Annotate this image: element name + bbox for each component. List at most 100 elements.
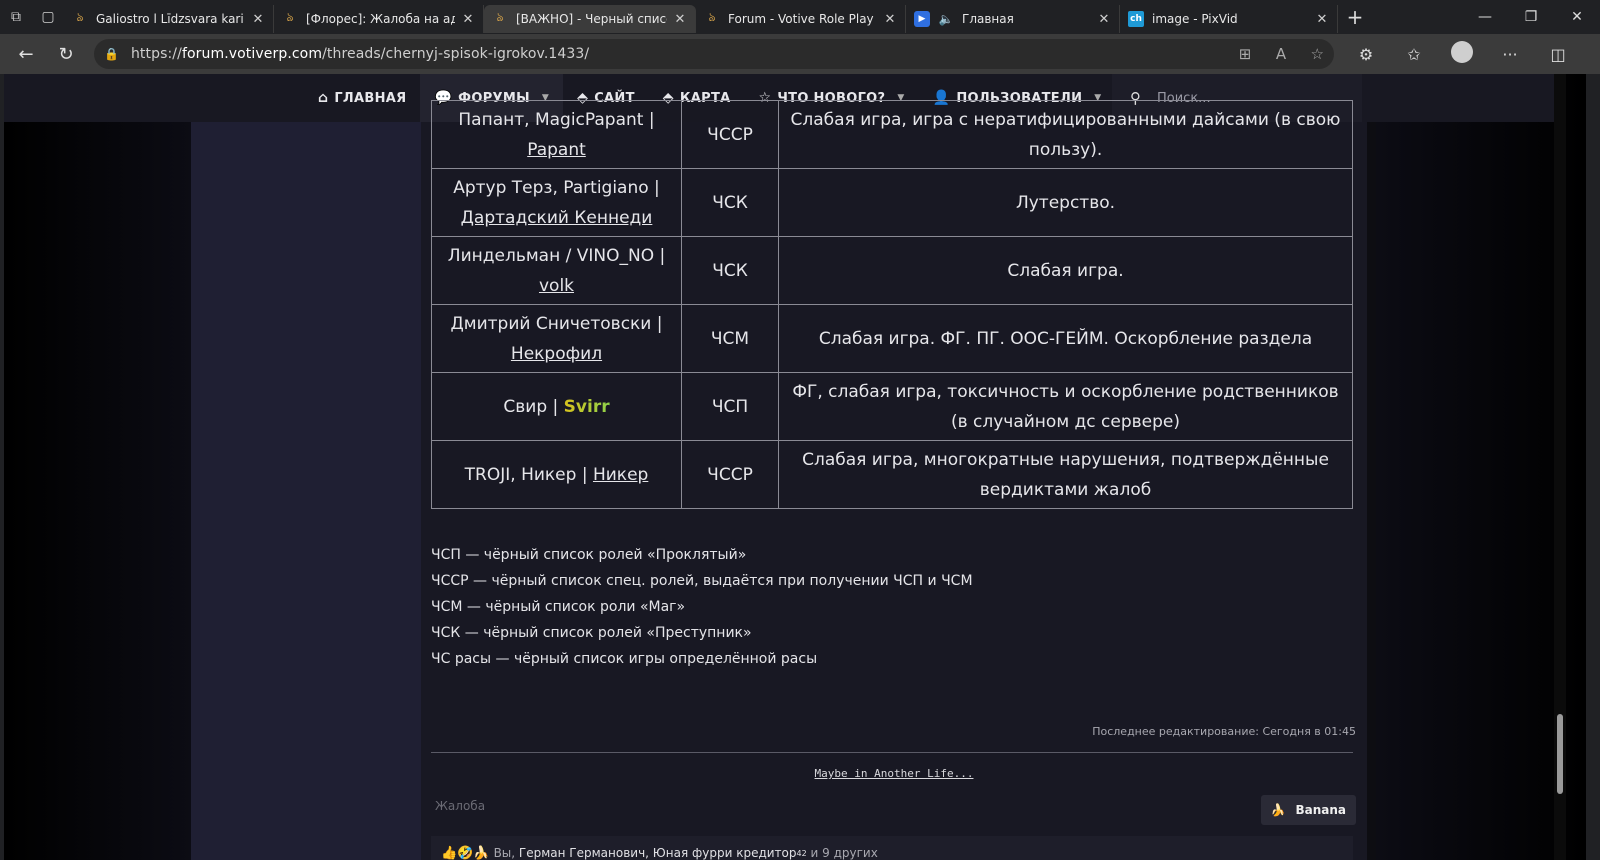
sidebar-toggle-icon[interactable]: ◫ <box>1534 45 1582 64</box>
page-scrollbar[interactable] <box>1554 74 1566 860</box>
player-cell: Папант, MagicPapant | Papant <box>431 100 682 169</box>
legend-item: ЧСМ — чёрный список роли «Маг» <box>431 599 686 615</box>
browser-tab-2[interactable]: ঌ [ВАЖНО] - Черный список и ✕ <box>484 5 696 33</box>
window-frame <box>1586 74 1600 860</box>
profile-avatar[interactable] <box>1438 41 1486 67</box>
reason-cell: Слабая игра, игра с нератифицированными … <box>778 100 1353 169</box>
favorites-icon[interactable]: ✩ <box>1390 45 1438 64</box>
browser-tab-bar: ⧉ ▢ ঌ Galiostro l Līdzsvara kari | Стр ✕… <box>0 0 1600 34</box>
reason-cell: Слабая игра, многократные нарушения, под… <box>778 440 1353 509</box>
report-link[interactable]: Жалоба <box>435 799 485 813</box>
tab-actions-icon[interactable]: ▢ <box>32 0 64 34</box>
player-profile-link[interactable]: volk <box>539 276 574 296</box>
banana-icon: 🍌 <box>1270 803 1286 817</box>
blacklist-type-cell: ЧССР <box>681 100 779 169</box>
close-tab-icon[interactable]: ✕ <box>1097 12 1111 27</box>
legend-list: ЧСП — чёрный список ролей «Проклятый» ЧС… <box>431 542 973 672</box>
app-grid-icon[interactable]: ⊞ <box>1239 45 1252 63</box>
legend-item: ЧССР — чёрный список спец. ролей, выдаёт… <box>431 573 973 589</box>
player-cell: Свир | Svirr <box>431 372 682 441</box>
player-cell: Линдельман / VINO_NO | volk <box>431 236 682 305</box>
player-cell: TROJI, Никер | Никер <box>431 440 682 509</box>
blacklist-type-cell: ЧСК <box>681 236 779 305</box>
close-tab-icon[interactable]: ✕ <box>673 12 687 27</box>
blacklist-table: Папант, MagicPapant | Papant ЧССР Слабая иг… <box>431 100 1353 509</box>
post-author-sidebar <box>191 122 421 860</box>
player-cell: Артур Терз, Partigiano | Дартадский Кенне… <box>431 168 682 237</box>
favorite-star-icon[interactable]: ☆ <box>1311 45 1324 63</box>
minimize-icon[interactable]: — <box>1462 0 1508 34</box>
workspaces-icon[interactable]: ⧉ <box>0 0 32 34</box>
player-name: Дмитрий Сничетовски | <box>450 313 663 334</box>
blacklist-type-cell: ЧСК <box>681 168 779 237</box>
read-aloud-icon[interactable]: A <box>1276 45 1286 63</box>
player-name: Свир | <box>503 396 559 417</box>
tab-title: [ВАЖНО] - Черный список и <box>516 12 667 26</box>
video-play-icon: ▶ <box>914 11 930 27</box>
blacklist-type-cell: ЧСП <box>681 372 779 441</box>
table-row: Свир | Svirr ЧСП ФГ, слабая игра, токсично… <box>431 372 1353 441</box>
player-name: Артур Терз, Partigiano | <box>453 177 660 198</box>
blacklist-type-cell: ЧСМ <box>681 304 779 373</box>
blacklist-type-cell: ЧССР <box>681 440 779 509</box>
tab-title: [Флорес]: Жалоба на админ <box>306 12 455 26</box>
votive-logo-icon: ঌ <box>708 10 716 24</box>
reactions-bar[interactable]: 👍🤣🍌 Вы, Герман Германович, Юная фурри кр… <box>431 836 1353 860</box>
table-row: Линдельман / VINO_NO | volk ЧСК Слабая игра… <box>431 236 1353 305</box>
reason-cell: Лутерство. <box>778 168 1353 237</box>
player-name: TROJI, Никер | <box>464 464 588 485</box>
votive-logo-icon: ঌ <box>76 10 84 24</box>
tab-title: Galiostro l Līdzsvara kari | Стр <box>96 12 245 26</box>
signature-link[interactable]: Maybe in Another Life... <box>421 767 1367 780</box>
url-text[interactable]: https://forum.votiverp.com/threads/chern… <box>131 46 1219 62</box>
legend-item: ЧС расы — чёрный список игры определённо… <box>431 651 818 667</box>
reactions-others[interactable]: и 9 других <box>811 846 878 860</box>
last-edited-note: Последнее редактирование: Сегодня в 01:4… <box>1092 725 1356 738</box>
player-profile-link[interactable]: Некрофил <box>511 344 602 364</box>
back-arrow-icon[interactable]: ← <box>6 34 46 74</box>
votive-logo-icon: ঌ <box>496 10 504 24</box>
legend-item: ЧСП — чёрный список ролей «Проклятый» <box>431 547 747 563</box>
player-profile-link[interactable]: Никер <box>593 465 648 485</box>
browser-tab-4[interactable]: ▶ 🔈 Главная ✕ <box>906 5 1120 33</box>
tab-title: image - PixVid <box>1152 12 1238 26</box>
votive-logo-icon: ঌ <box>286 10 294 24</box>
speaker-icon[interactable]: 🔈 <box>938 11 954 27</box>
close-tab-icon[interactable]: ✕ <box>251 12 265 27</box>
legend-item: ЧСК — чёрный список ролей «Преступник» <box>431 625 752 641</box>
restore-icon[interactable]: ❐ <box>1508 0 1554 34</box>
refresh-icon[interactable]: ↻ <box>46 34 86 74</box>
close-window-icon[interactable]: ✕ <box>1554 0 1600 34</box>
browser-tab-3[interactable]: ঌ Forum - Votive Role Play ✕ <box>696 5 906 33</box>
browser-tab-5[interactable]: ch image - PixVid ✕ <box>1120 5 1338 33</box>
reaction-button[interactable]: 🍌 Banana <box>1260 795 1356 825</box>
table-row: Дмитрий Сничетовски | Некрофил ЧСМ Слабая и… <box>431 304 1353 373</box>
scrollbar-thumb[interactable] <box>1557 714 1563 794</box>
address-bar[interactable]: 🔒 https://forum.votiverp.com/threads/che… <box>94 39 1334 69</box>
new-tab-button[interactable]: + <box>1338 5 1372 29</box>
close-tab-icon[interactable]: ✕ <box>883 12 897 27</box>
reason-cell: Слабая игра. ФГ. ПГ. ООС-ГЕЙМ. Оскорблен… <box>778 304 1353 373</box>
browser-tab-1[interactable]: ঌ [Флорес]: Жалоба на админ ✕ <box>274 5 484 33</box>
table-row: Папант, MagicPapant | Papant ЧССР Слабая иг… <box>431 100 1353 169</box>
post-content: Папант, MagicPapant | Papant ЧССР Слабая иг… <box>421 100 1367 860</box>
player-name: Линдельман / VINO_NO | <box>447 245 666 266</box>
lock-icon[interactable]: 🔒 <box>104 47 119 61</box>
player-profile-link[interactable]: Svirr <box>564 397 610 417</box>
home-icon: ⌂ <box>318 90 329 106</box>
page-background-left <box>4 74 194 860</box>
player-profile-link[interactable]: Papant <box>527 140 586 160</box>
browser-tab-0[interactable]: ঌ Galiostro l Līdzsvara kari | Стр ✕ <box>64 5 274 33</box>
extensions-icon[interactable]: ⚙ <box>1342 45 1390 64</box>
more-menu-icon[interactable]: ··· <box>1486 45 1534 64</box>
nav-item-home[interactable]: ⌂ ГЛАВНАЯ <box>304 74 420 122</box>
reactions-names[interactable]: Герман Германович, Юная фурри кредитор <box>519 846 797 860</box>
reactions-sup: 42 <box>796 848 807 858</box>
ch-logo-icon: ch <box>1128 11 1144 27</box>
player-profile-link[interactable]: Дартадский Кеннеди <box>461 208 653 228</box>
reactions-you: Вы, <box>493 846 516 860</box>
reaction-icons: 👍🤣🍌 <box>441 845 490 860</box>
table-row: TROJI, Никер | Никер ЧССР Слабая игра, мно… <box>431 440 1353 509</box>
close-tab-icon[interactable]: ✕ <box>461 12 475 27</box>
close-tab-icon[interactable]: ✕ <box>1315 12 1329 27</box>
